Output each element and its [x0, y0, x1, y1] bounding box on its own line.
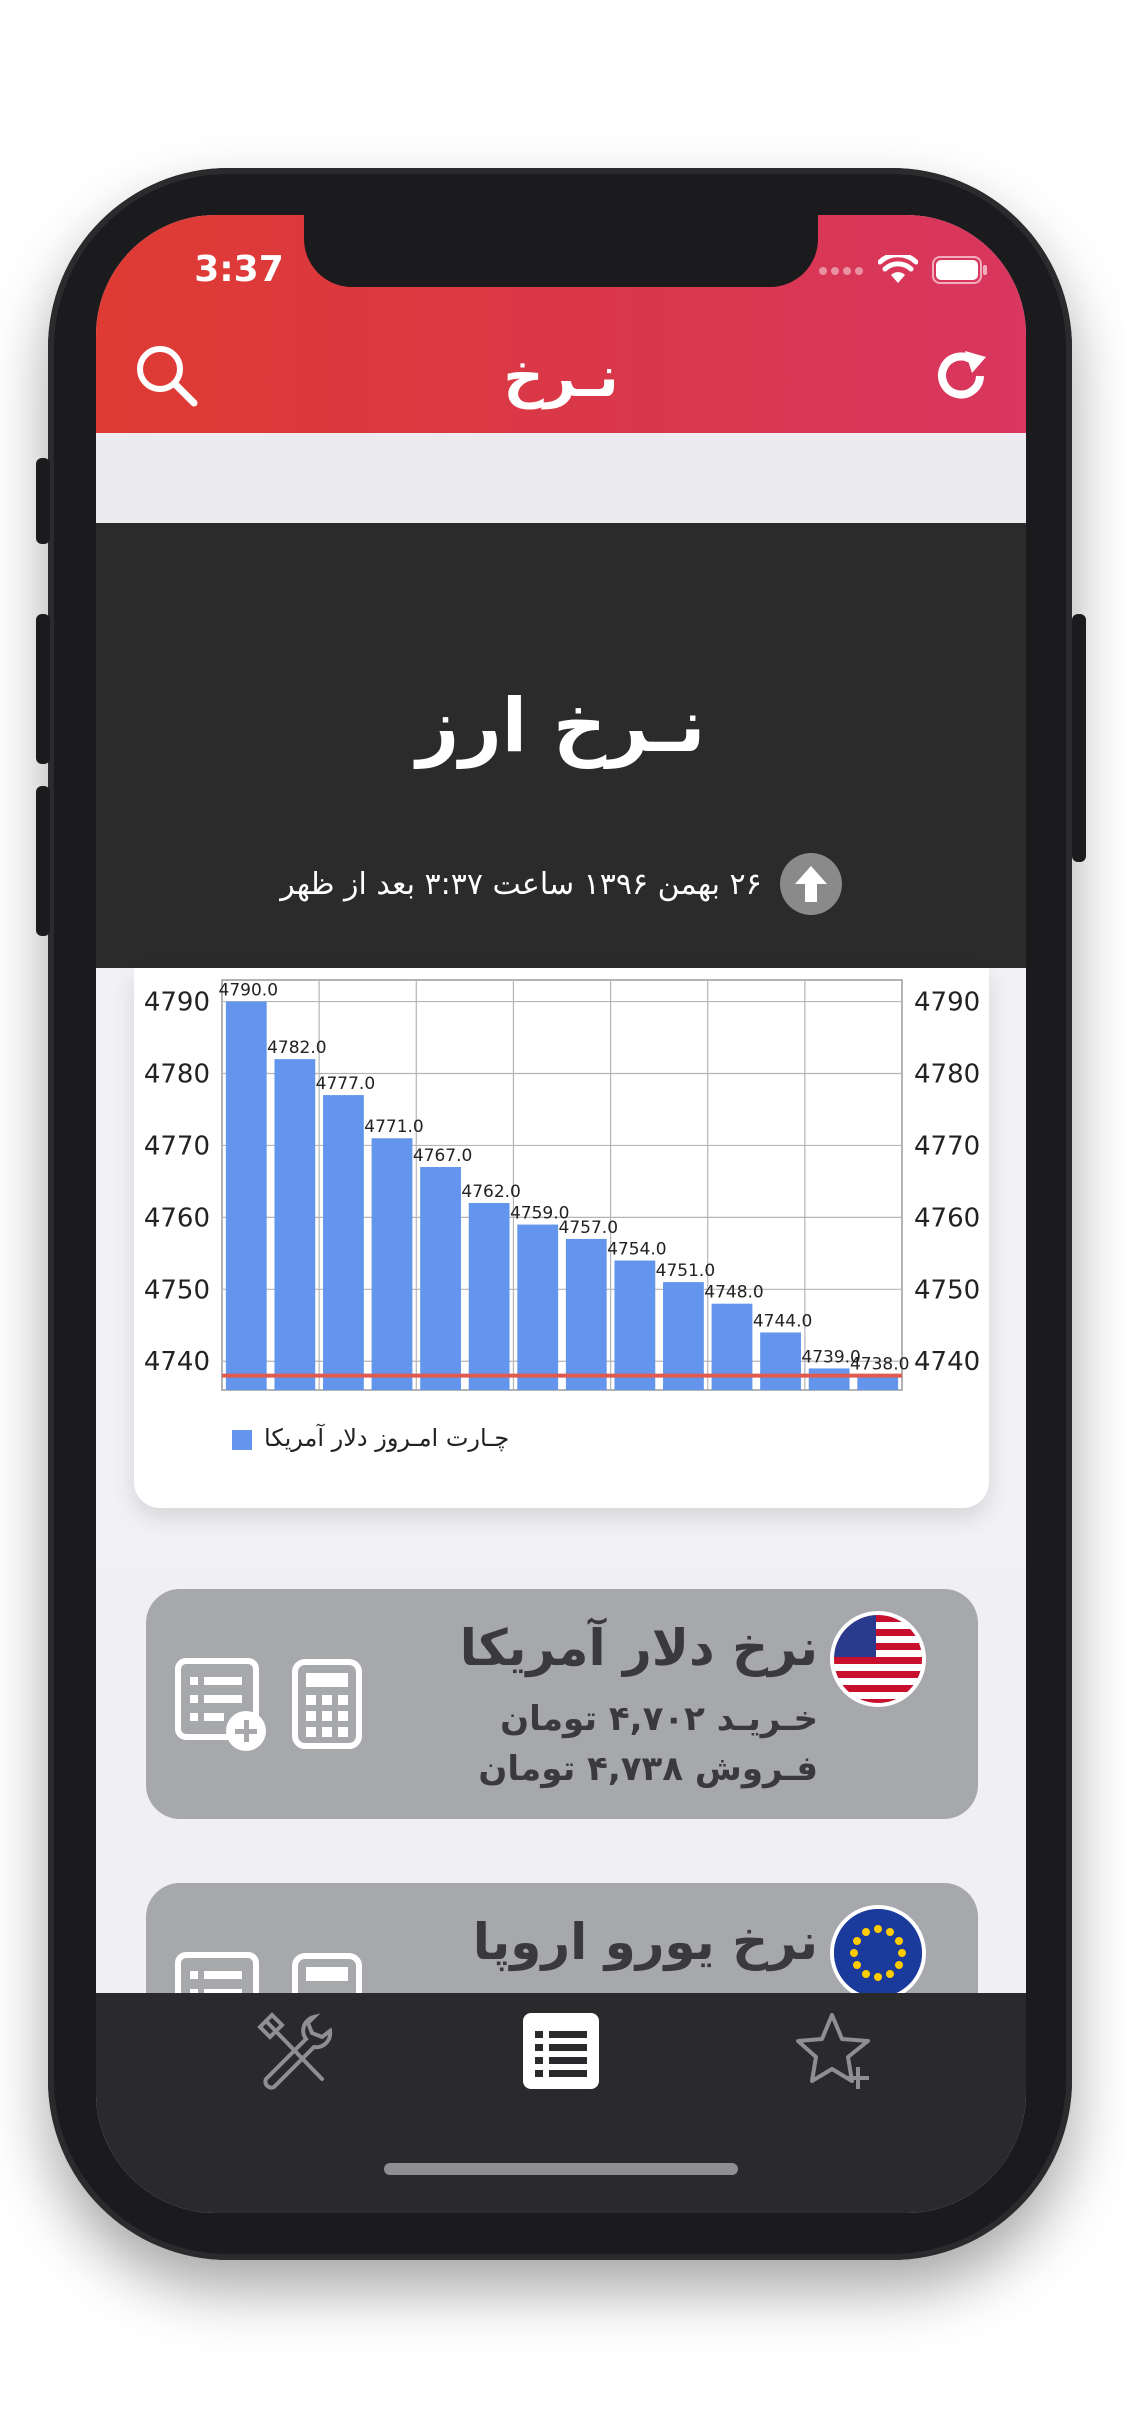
y-tick-label-left: 4740 — [144, 1347, 210, 1377]
chart-bars — [225, 1001, 899, 1390]
bar-value-label: 4782.0 — [267, 1038, 326, 1058]
usd-title: نرخ دلار آمریکا — [459, 1619, 818, 1677]
legend-label: چـارت امـروز دلار آمریکا — [264, 1423, 509, 1452]
add-list-button[interactable] — [174, 1657, 270, 1757]
bar-value-label: 4744.0 — [753, 1311, 812, 1331]
bar-value-label: 4762.0 — [461, 1182, 520, 1202]
bar — [760, 1332, 801, 1390]
bar — [565, 1238, 607, 1390]
tab-favorites[interactable] — [786, 2003, 886, 2103]
bar-value-labels: 4790.04782.04777.04771.04767.04762.04759… — [219, 981, 910, 1375]
y-tick-label-right: 4770 — [914, 1131, 980, 1161]
y-axis-left: 4790 4780 4770 4760 4750 4740 — [144, 988, 210, 1378]
silent-switch — [36, 458, 50, 544]
usd-buy: خـریـد ۴,۷۰۲ تومان — [500, 1699, 818, 1739]
bar-value-label: 4757.0 — [559, 1218, 618, 1238]
y-tick-label-right: 4790 — [914, 988, 980, 1018]
tab-tools[interactable] — [244, 2003, 344, 2103]
signal-icon — [818, 263, 864, 282]
update-row: ۲۶ بهمن ۱۳۹۶ ساعت ۳:۳۷ بعد از ظهر — [96, 853, 1026, 915]
bar — [274, 1059, 316, 1390]
currency-hero: نـرخ ارز ۲۶ بهمن ۱۳۹۶ ساعت ۳:۳۷ بعد از ظ… — [96, 523, 1026, 968]
bar-value-label: 4767.0 — [413, 1146, 472, 1166]
tools-icon — [252, 2009, 336, 2097]
calculator-icon — [292, 1659, 362, 1753]
usd-sell: فـروش ۴,۷۳۸ تومان — [478, 1749, 818, 1789]
y-tick-label-right: 4780 — [914, 1060, 980, 1090]
update-date: ۲۶ بهمن ۱۳۹۶ ساعت ۳:۳۷ بعد از ظهر — [280, 866, 762, 902]
bar-value-label: 4771.0 — [364, 1117, 423, 1137]
star-plus-icon — [794, 2009, 878, 2097]
wifi-icon — [877, 252, 919, 289]
bar-value-label: 4751.0 — [656, 1261, 715, 1281]
tab-bar — [96, 1993, 1026, 2213]
bar-value-label: 4754.0 — [607, 1240, 666, 1260]
chart-section: 4790 4780 4770 4760 4750 4740 4790 4780 4770 476… — [96, 968, 1026, 1568]
y-tick-label-right: 4760 — [914, 1203, 980, 1233]
y-tick-label-right: 4750 — [914, 1275, 980, 1305]
bar-value-label: 4738.0 — [850, 1355, 909, 1375]
us-flag-icon — [830, 1611, 926, 1707]
bar-value-label: 4790.0 — [219, 981, 278, 1001]
screen: 3:37 نـرخ نـرخ ارز ۲۶ بهمن ۱۳۹۶ ساعت ۳:۳… — [96, 215, 1026, 2213]
top-spacer — [96, 433, 1026, 523]
y-tick-label-left: 4750 — [144, 1275, 210, 1305]
eur-title: نرخ یورو اروپا — [472, 1913, 818, 1971]
app-header: 3:37 نـرخ — [96, 215, 1026, 433]
bar — [857, 1375, 899, 1390]
y-axis-right: 4790 4780 4770 4760 4750 4740 — [914, 988, 980, 1378]
home-indicator[interactable] — [384, 2163, 738, 2175]
bar — [808, 1368, 850, 1390]
bar-value-label: 4777.0 — [316, 1074, 375, 1094]
app-title: نـرخ — [503, 345, 619, 410]
refresh-button[interactable] — [926, 343, 996, 413]
bar — [225, 1001, 267, 1390]
bar — [517, 1224, 559, 1390]
y-tick-label-left: 4760 — [144, 1203, 210, 1233]
list-icon — [521, 2011, 601, 2095]
bar — [323, 1095, 364, 1390]
eu-flag-icon — [830, 1905, 926, 2001]
bar-value-label: 4748.0 — [704, 1283, 763, 1303]
volume-down-button — [36, 786, 50, 936]
status-time: 3:37 — [194, 249, 284, 290]
y-tick-label-left: 4770 — [144, 1131, 210, 1161]
refresh-icon — [932, 347, 990, 409]
usd-rate-card[interactable]: نرخ دلار آمریکا خـریـد ۴,۷۰۲ تومان فـروش… — [146, 1589, 978, 1819]
calculator-button[interactable] — [292, 1659, 362, 1753]
power-button — [1072, 614, 1086, 862]
bar-chart: 4790 4780 4770 4760 4750 4740 4790 4780 4770 476… — [144, 979, 980, 1452]
bar — [614, 1260, 656, 1390]
legend-swatch — [232, 1430, 252, 1450]
list-add-icon — [174, 1658, 270, 1757]
battery-icon — [932, 256, 988, 288]
y-tick-label-left: 4790 — [144, 988, 210, 1018]
volume-up-button — [36, 614, 50, 764]
hero-title: نـرخ ارز — [416, 683, 706, 769]
bar — [371, 1138, 413, 1390]
trend-up-icon — [779, 853, 842, 915]
bar — [420, 1167, 461, 1390]
y-tick-label-left: 4780 — [144, 1060, 210, 1090]
bar — [468, 1202, 510, 1390]
y-tick-label-right: 4740 — [914, 1347, 980, 1377]
tab-rates[interactable] — [511, 2003, 611, 2103]
status-icons — [818, 252, 988, 289]
notch — [304, 215, 818, 287]
chart-card: 4790 4780 4770 4760 4750 4740 4790 4780 4770 476… — [134, 968, 989, 1508]
